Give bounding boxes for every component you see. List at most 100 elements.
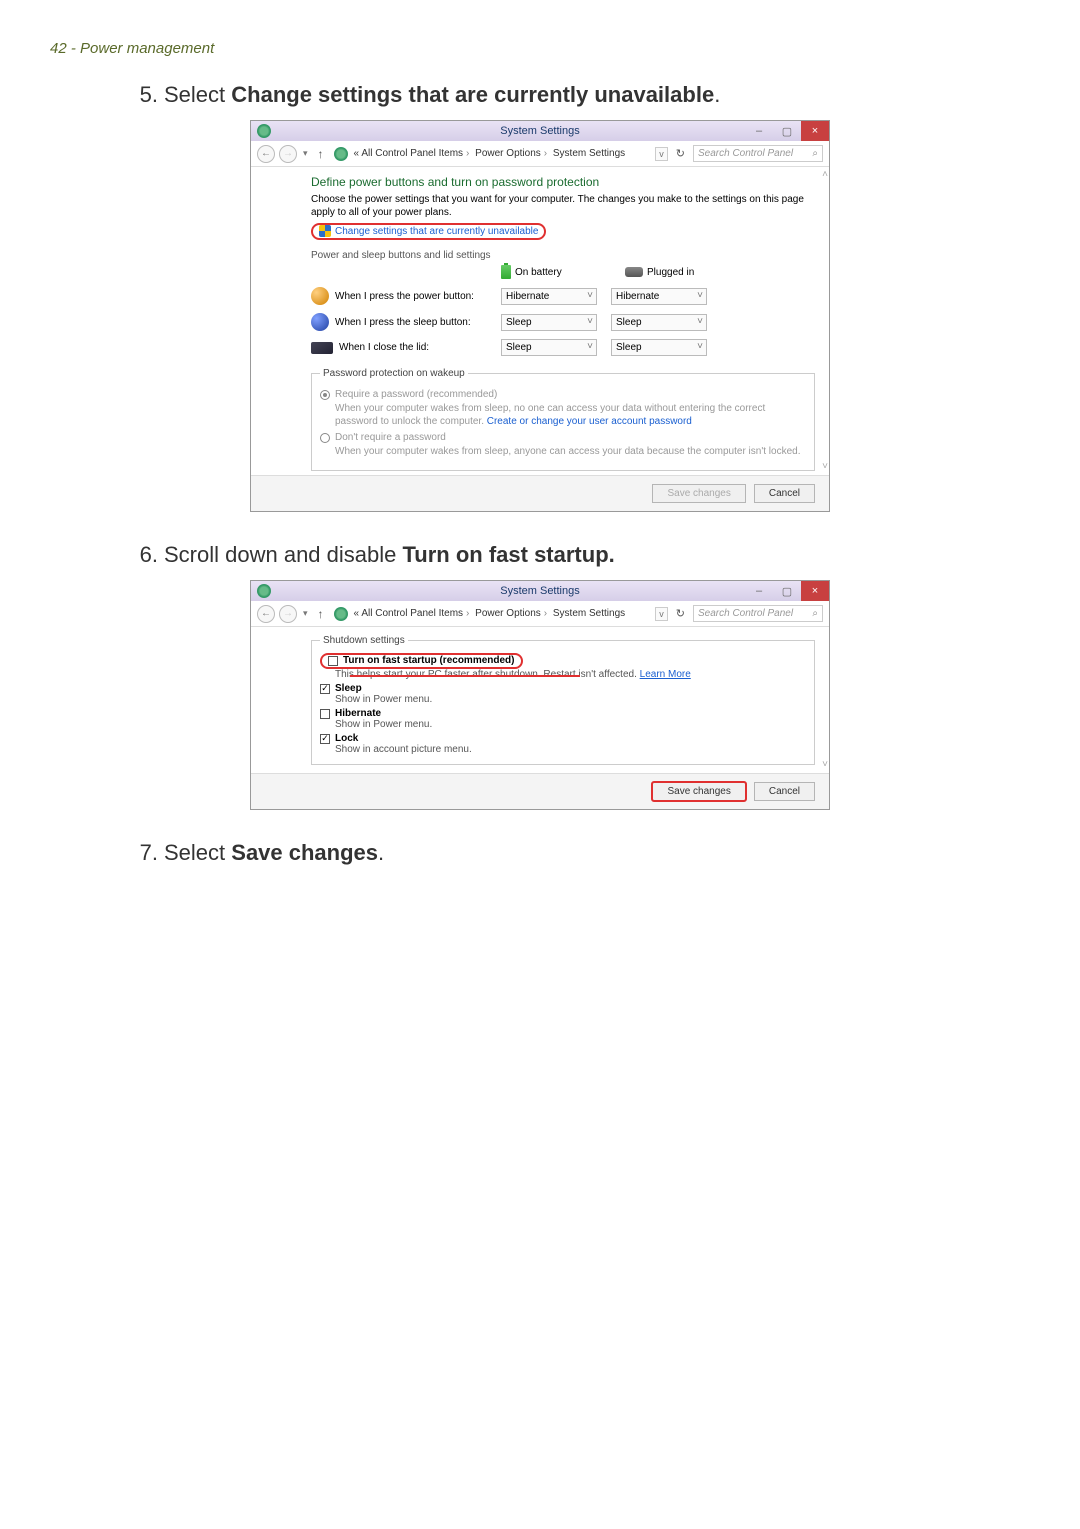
plug-icon	[625, 267, 643, 277]
lid-label: When I close the lid:	[339, 342, 429, 353]
window-title-2: System Settings	[251, 585, 829, 597]
learn-more-link[interactable]: Learn More	[640, 669, 691, 680]
scroll-down-2[interactable]: ˅	[819, 759, 831, 771]
breadcrumb-2[interactable]: « All Control Panel Items› Power Options…	[354, 608, 626, 619]
up-button-2[interactable]: ↑	[314, 607, 328, 621]
fast-startup-desc-text: This helps start your PC faster after sh…	[335, 669, 640, 680]
search-input-2[interactable]: Search Control Panel	[693, 605, 823, 622]
crumb-sep-1: ›	[466, 148, 469, 159]
lock-desc: Show in account picture menu.	[335, 744, 806, 755]
fast-startup-checkbox[interactable]	[328, 656, 338, 666]
crumb-3[interactable]: System Settings	[553, 148, 625, 159]
step-5-num: 5.	[130, 82, 158, 108]
crumb-3b[interactable]: System Settings	[553, 608, 625, 619]
sleep-plugged-dropdown[interactable]: Sleep	[611, 314, 707, 331]
refresh-button[interactable]: ↻	[672, 147, 689, 160]
shutdown-legend: Shutdown settings	[320, 635, 408, 646]
fast-startup-highlight: Turn on fast startup (recommended)	[320, 653, 523, 669]
crumb-2b[interactable]: Power Options	[475, 608, 541, 619]
section-intro: Choose the power settings that you want …	[311, 193, 815, 219]
step-7: 7. Select Save changes.	[50, 840, 1030, 866]
crumb-lead-2: «	[354, 608, 360, 619]
dont-require-password-radio[interactable]	[320, 433, 330, 443]
lock-checkbox[interactable]	[320, 734, 330, 744]
hibernate-desc: Show in Power menu.	[335, 719, 806, 730]
dont-require-password-label: Don't require a password	[335, 432, 446, 443]
step-5-text: Select Change settings that are currentl…	[164, 82, 1030, 108]
sleep-desc: Show in Power menu.	[335, 694, 806, 705]
crumb-sep-2: ›	[544, 148, 547, 159]
power-button-icon	[311, 287, 329, 305]
step-5-pre: Select	[164, 82, 231, 107]
up-button[interactable]: ↑	[314, 147, 328, 161]
step-6-num: 6.	[130, 542, 158, 568]
col-batt-label: On battery	[515, 267, 562, 278]
step-7-text: Select Save changes.	[164, 840, 1030, 866]
step-6-pre: Scroll down and disable	[164, 542, 402, 567]
require-password-radio[interactable]	[320, 390, 330, 400]
change-settings-highlight: Change settings that are currently unava…	[311, 223, 546, 240]
require-password-desc: When your computer wakes from sleep, no …	[335, 402, 806, 428]
search-input[interactable]: Search Control Panel	[693, 145, 823, 162]
footer-bar: Save changes Cancel	[251, 475, 829, 511]
forward-button-2[interactable]: →	[279, 605, 297, 623]
breadcrumb[interactable]: « All Control Panel Items› Power Options…	[354, 148, 626, 159]
back-button[interactable]: ←	[257, 145, 275, 163]
battery-icon	[501, 265, 511, 279]
sleep-button-icon	[311, 313, 329, 331]
sleep-battery-dropdown[interactable]: Sleep	[501, 314, 597, 331]
footer-bar-2: Save changes Cancel	[251, 773, 829, 809]
sleep-checkbox[interactable]	[320, 684, 330, 694]
power-plugged-dropdown[interactable]: Hibernate	[611, 288, 707, 305]
save-changes-button-2[interactable]: Save changes	[652, 782, 745, 801]
row-sleep-button: When I press the sleep button: Sleep Sle…	[311, 313, 815, 331]
cancel-button[interactable]: Cancel	[754, 484, 815, 503]
save-changes-button[interactable]: Save changes	[652, 484, 745, 503]
sleep-button-label: When I press the sleep button:	[335, 317, 471, 328]
crumb-1[interactable]: All Control Panel Items	[361, 148, 463, 159]
history-dropdown-2[interactable]: ▾	[301, 608, 310, 619]
screenshot-1-window: System Settings – ▢ × ← → ▾ ↑ « All Cont…	[250, 120, 830, 512]
col-plug-label: Plugged in	[647, 267, 694, 278]
sleep-label: Sleep	[335, 683, 362, 694]
address-dropdown[interactable]: v	[655, 147, 668, 161]
crumb-1b[interactable]: All Control Panel Items	[361, 608, 463, 619]
back-button-2[interactable]: ←	[257, 605, 275, 623]
fast-startup-label: Turn on fast startup (recommended)	[343, 655, 515, 666]
refresh-button-2[interactable]: ↻	[672, 607, 689, 620]
crumb-2[interactable]: Power Options	[475, 148, 541, 159]
screenshot-2-window: System Settings – ▢ × ← → ▾ ↑ « All Cont…	[250, 580, 830, 810]
shield-icon	[319, 225, 331, 237]
address-bar-2: ← → ▾ ↑ « All Control Panel Items› Power…	[251, 601, 829, 627]
step-6-bold: Turn on fast startup.	[402, 542, 614, 567]
titlebar-2: System Settings – ▢ ×	[251, 581, 829, 601]
hibernate-checkbox[interactable]	[320, 709, 330, 719]
cancel-button-2[interactable]: Cancel	[754, 782, 815, 801]
forward-button[interactable]: →	[279, 145, 297, 163]
row-close-lid: When I close the lid: Sleep Sleep	[311, 339, 815, 356]
create-password-link[interactable]: Create or change your user account passw…	[487, 416, 692, 427]
left-pane	[251, 167, 311, 475]
step-5: 5. Select Change settings that are curre…	[50, 82, 1030, 108]
crumb-lead: «	[354, 148, 360, 159]
breadcrumb-icon	[334, 147, 348, 161]
section-heading: Define power buttons and turn on passwor…	[311, 175, 815, 189]
column-plugged-in: Plugged in	[625, 265, 735, 279]
row-power-button: When I press the power button: Hibernate…	[311, 287, 815, 305]
fast-startup-desc: This helps start your PC faster after sh…	[335, 669, 806, 680]
crumb-sep-1b: ›	[466, 608, 469, 619]
window-title: System Settings	[251, 125, 829, 137]
lid-battery-dropdown[interactable]: Sleep	[501, 339, 597, 356]
lid-plugged-dropdown[interactable]: Sleep	[611, 339, 707, 356]
scroll-up[interactable]: ˄	[819, 169, 831, 181]
titlebar: System Settings – ▢ ×	[251, 121, 829, 141]
power-battery-dropdown[interactable]: Hibernate	[501, 288, 597, 305]
change-settings-link[interactable]: Change settings that are currently unava…	[335, 226, 538, 237]
history-dropdown[interactable]: ▾	[301, 148, 310, 159]
password-legend: Password protection on wakeup	[320, 368, 468, 379]
scroll-down[interactable]: ˅	[819, 461, 831, 473]
address-dropdown-2[interactable]: v	[655, 607, 668, 621]
hibernate-label: Hibernate	[335, 708, 381, 719]
lock-label: Lock	[335, 733, 358, 744]
column-on-battery: On battery	[501, 265, 611, 279]
